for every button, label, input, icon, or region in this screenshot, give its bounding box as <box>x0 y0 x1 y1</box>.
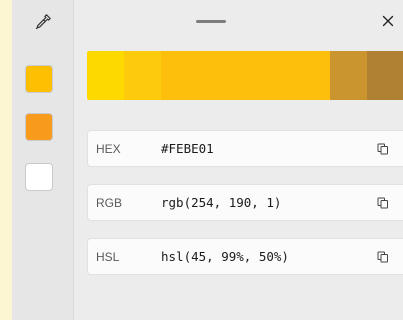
color-shades-bar <box>87 51 403 100</box>
copy-hex-button[interactable] <box>375 141 391 157</box>
hsl-label: HSL <box>96 249 120 264</box>
history-swatch-orange[interactable] <box>26 114 52 140</box>
close-button[interactable] <box>373 6 403 36</box>
eyedropper-icon <box>35 14 51 30</box>
color-history-sidebar <box>12 0 74 320</box>
hex-value[interactable]: #FEBE01 <box>161 141 214 156</box>
rgb-row: RGB rgb(254, 190, 1) <box>87 184 403 221</box>
history-swatch-yellow[interactable] <box>26 66 52 92</box>
shade-darker-1[interactable] <box>330 51 367 100</box>
close-icon <box>382 15 394 27</box>
hsl-row: HSL hsl(45, 99%, 50%) <box>87 238 403 275</box>
history-swatch-white[interactable] <box>26 164 52 190</box>
rgb-label: RGB <box>96 195 123 210</box>
hsl-value[interactable]: hsl(45, 99%, 50%) <box>161 249 289 264</box>
shade-lighter-2[interactable] <box>87 51 124 100</box>
hex-row: HEX #FEBE01 <box>87 130 403 167</box>
hex-label: HEX <box>96 141 121 156</box>
shade-selected[interactable] <box>161 51 330 100</box>
copy-rgb-button[interactable] <box>375 195 391 211</box>
shade-darker-2[interactable] <box>367 51 403 100</box>
drag-handle-icon[interactable] <box>196 20 226 23</box>
copy-icon <box>377 251 388 263</box>
eyedropper-button[interactable] <box>12 0 73 44</box>
copy-hsl-button[interactable] <box>375 249 391 265</box>
copy-icon <box>377 143 388 155</box>
rgb-value[interactable]: rgb(254, 190, 1) <box>161 195 281 210</box>
shade-lighter-1[interactable] <box>124 51 161 100</box>
color-picker-window: HEX #FEBE01 RGB rgb(254, 190, 1) HSL hsl… <box>12 0 403 320</box>
copy-icon <box>377 197 388 209</box>
